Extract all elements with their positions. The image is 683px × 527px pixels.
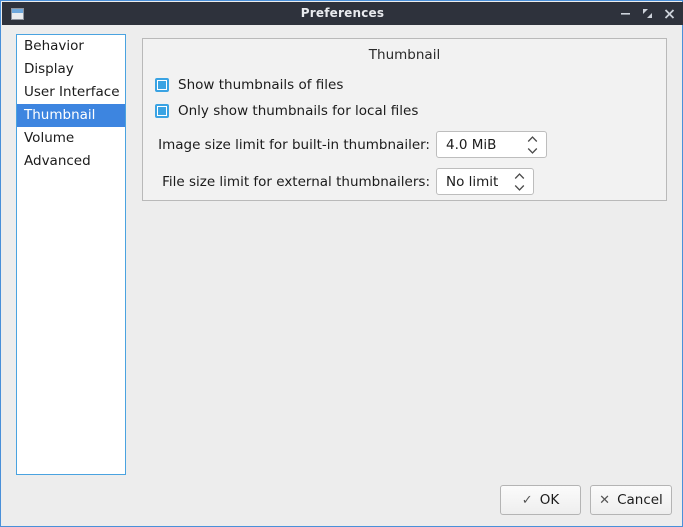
file-size-limit-spinner[interactable]: No limit	[436, 168, 534, 195]
show-thumbnails-label: Show thumbnails of files	[178, 77, 343, 93]
local-thumbnails-label: Only show thumbnails for local files	[178, 103, 418, 119]
category-list[interactable]: Behavior Display User Interface Thumbnai…	[16, 34, 126, 475]
sidebar-item-behavior[interactable]: Behavior	[17, 35, 125, 58]
cancel-button-label: Cancel	[617, 492, 663, 508]
cross-icon: ✕	[599, 494, 610, 507]
close-icon[interactable]	[663, 6, 676, 21]
spinner-arrows-icon[interactable]	[527, 135, 538, 154]
show-thumbnails-row[interactable]: Show thumbnails of files	[155, 77, 343, 93]
file-size-limit-row: File size limit for external thumbnailer…	[150, 168, 534, 195]
title-bar: Preferences	[2, 2, 683, 25]
window-controls	[619, 2, 676, 25]
cancel-button[interactable]: ✕ Cancel	[590, 485, 672, 515]
restore-icon[interactable]	[641, 6, 654, 21]
sidebar-item-thumbnail[interactable]: Thumbnail	[17, 104, 125, 127]
minimize-icon[interactable]	[619, 6, 632, 21]
show-thumbnails-checkbox[interactable]	[155, 78, 169, 92]
sidebar-item-volume[interactable]: Volume	[17, 127, 125, 150]
ok-button[interactable]: ✓ OK	[500, 485, 581, 515]
sidebar-item-display[interactable]: Display	[17, 58, 125, 81]
local-thumbnails-row[interactable]: Only show thumbnails for local files	[155, 103, 418, 119]
thumbnail-settings-group: Thumbnail Show thumbnails of files Only …	[142, 38, 667, 201]
file-size-limit-label: File size limit for external thumbnailer…	[150, 174, 430, 190]
image-size-limit-label: Image size limit for built-in thumbnaile…	[150, 137, 430, 153]
image-size-limit-row: Image size limit for built-in thumbnaile…	[150, 131, 547, 158]
file-size-limit-value: No limit	[437, 174, 498, 190]
preferences-window: Preferences Behavior Display User Interf…	[0, 0, 683, 527]
local-thumbnails-checkbox[interactable]	[155, 104, 169, 118]
image-size-limit-spinner[interactable]: 4.0 MiB	[436, 131, 547, 158]
check-icon: ✓	[522, 494, 533, 507]
window-title: Preferences	[2, 2, 683, 25]
spinner-arrows-icon[interactable]	[514, 172, 525, 191]
group-title: Thumbnail	[143, 47, 666, 63]
sidebar-item-user-interface[interactable]: User Interface	[17, 81, 125, 104]
sidebar-item-advanced[interactable]: Advanced	[17, 150, 125, 173]
ok-button-label: OK	[540, 492, 559, 508]
image-size-limit-value: 4.0 MiB	[437, 137, 496, 153]
